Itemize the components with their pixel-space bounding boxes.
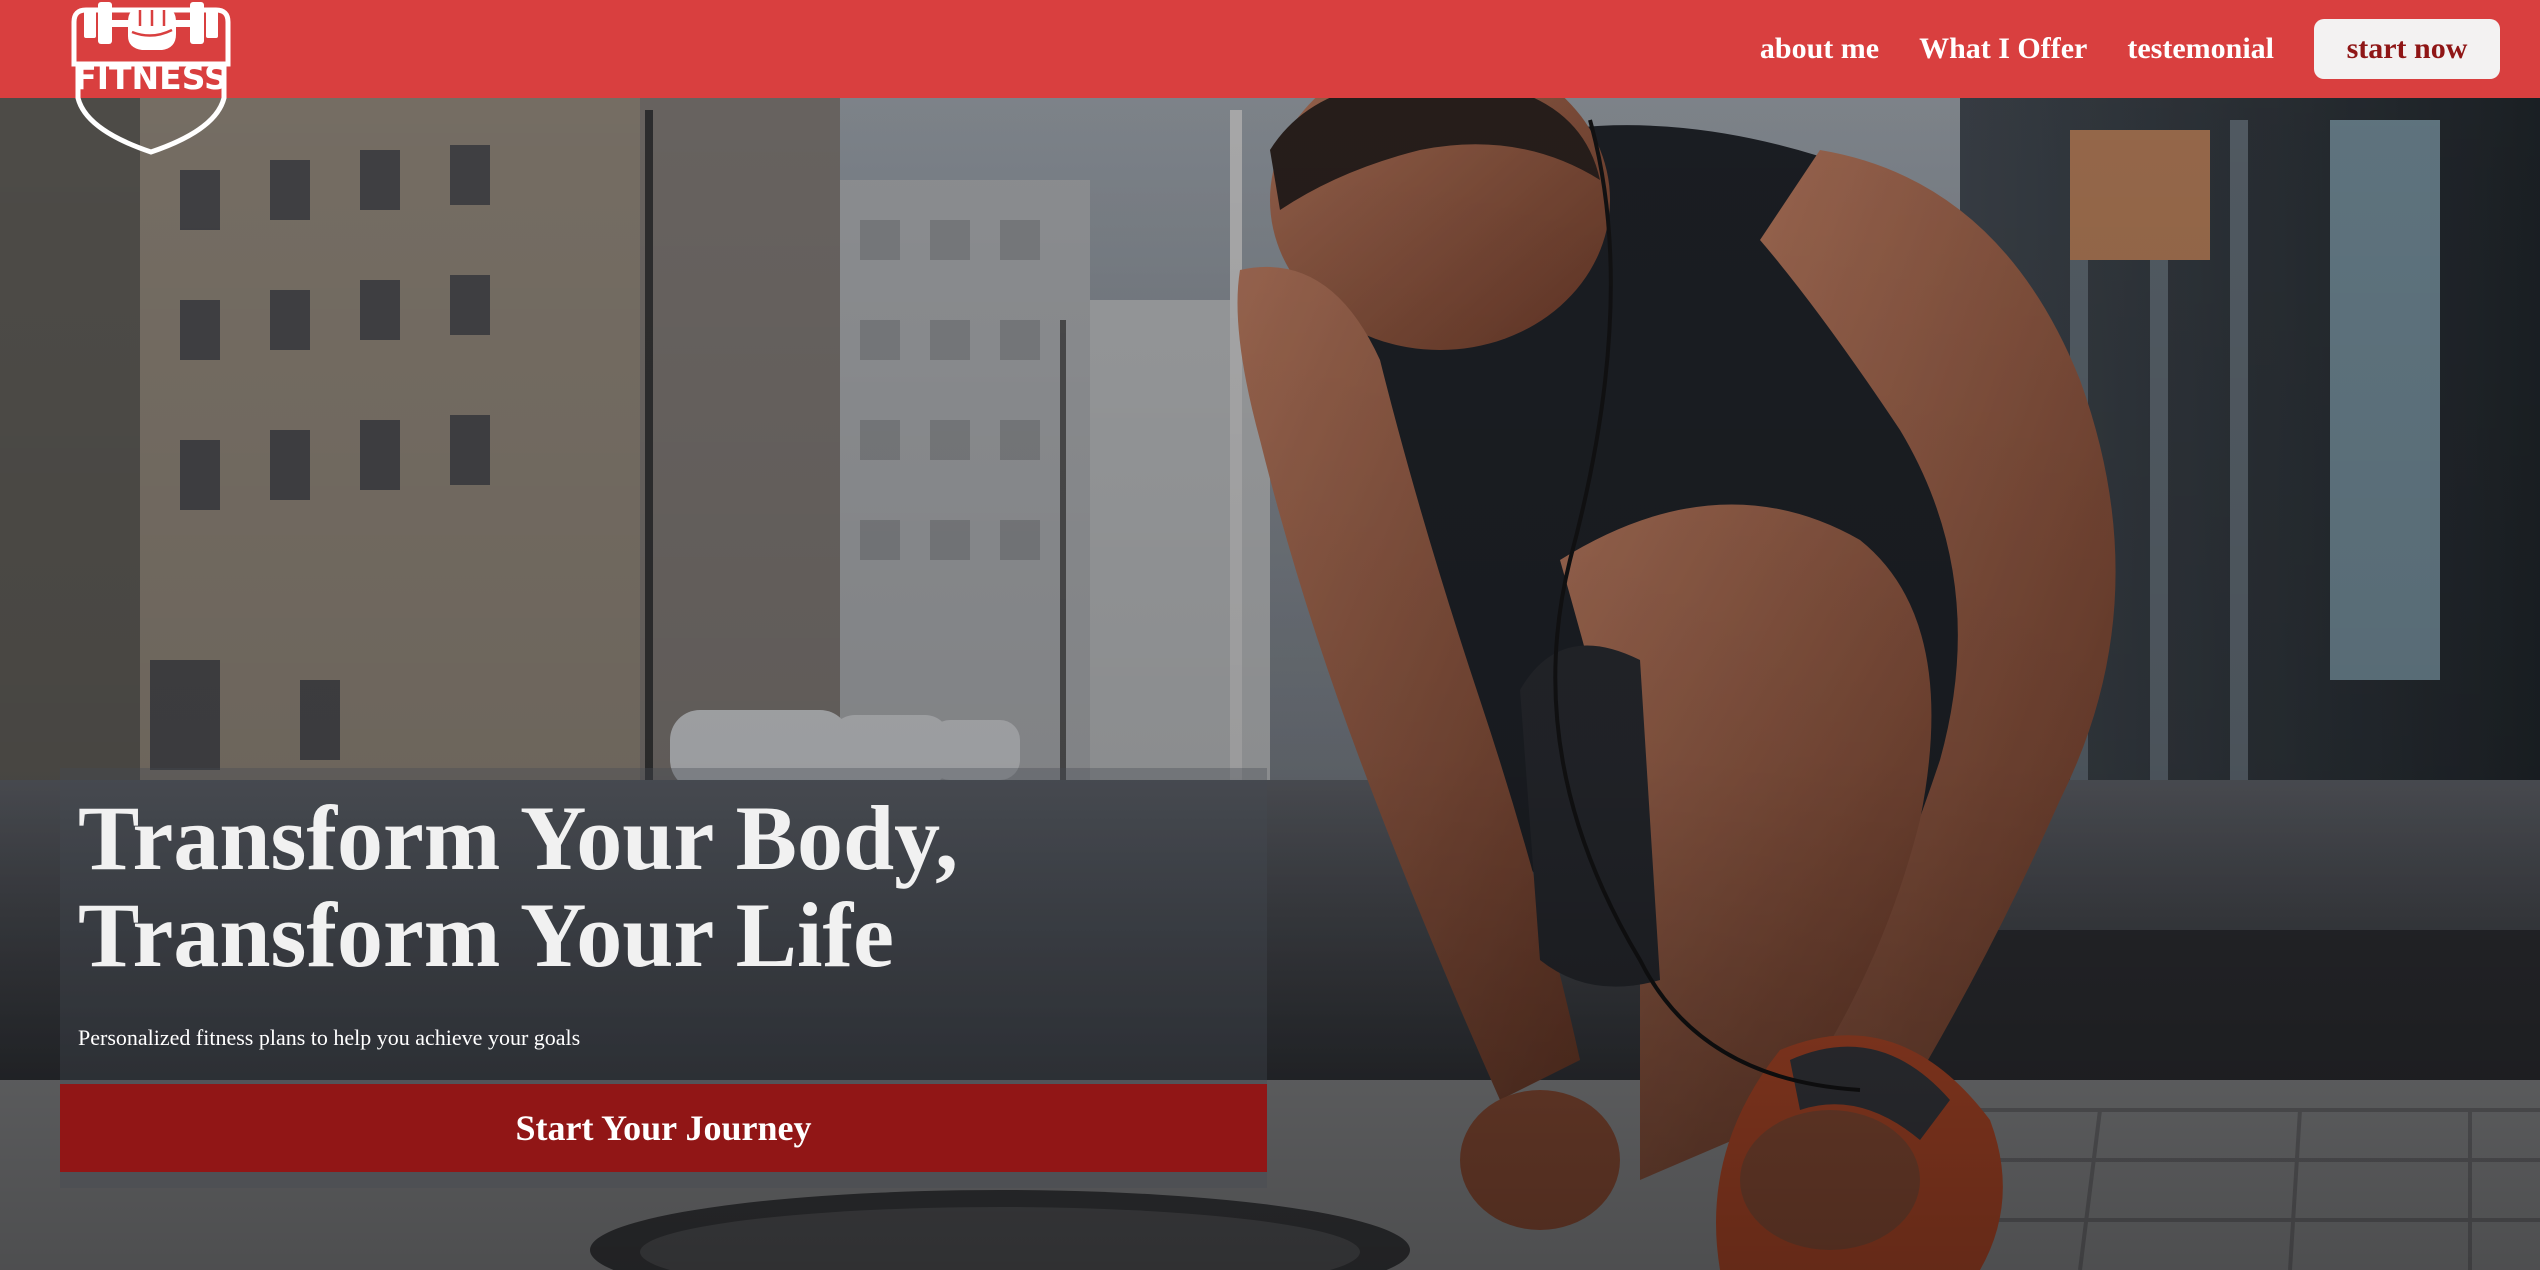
nav-link-testimonial[interactable]: testemonial — [2127, 32, 2274, 66]
hero-title-line-2: Transform Your Life — [78, 884, 895, 986]
hero-section: Transform Your Body, Transform Your Life… — [0, 0, 2540, 1270]
start-now-button[interactable]: start now — [2314, 19, 2500, 79]
brand-logo[interactable]: FITNESS — [66, 0, 236, 156]
hero-title: Transform Your Body, Transform Your Life — [78, 790, 1228, 984]
brand-logo-text: FITNESS — [74, 58, 228, 97]
start-your-journey-button[interactable]: Start Your Journey — [60, 1084, 1267, 1172]
nav-links: about me What I Offer testemonial start … — [1760, 18, 2500, 80]
hero-subtitle: Personalized fitness plans to help you a… — [78, 1025, 581, 1050]
top-navbar: about me What I Offer testemonial start … — [0, 0, 2540, 98]
nav-link-what-i-offer[interactable]: What I Offer — [1919, 32, 2087, 66]
nav-link-about-me[interactable]: about me — [1760, 32, 1879, 66]
hero-title-line-1: Transform Your Body, — [78, 787, 959, 889]
